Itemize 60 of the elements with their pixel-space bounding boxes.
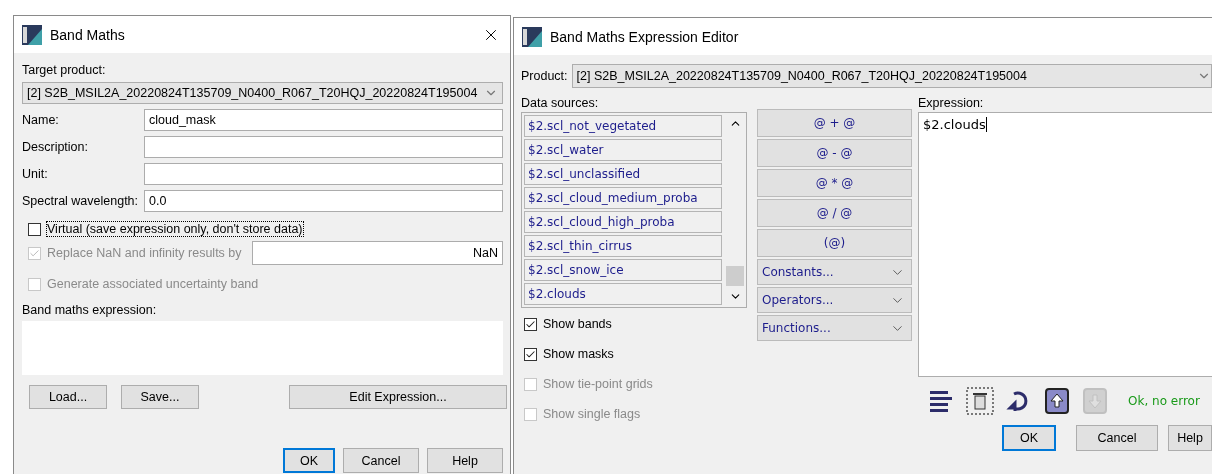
dialog-button[interactable]: OK bbox=[1002, 425, 1056, 451]
dialog-button[interactable]: Help bbox=[1168, 425, 1212, 451]
upload-icon[interactable] bbox=[1044, 387, 1070, 415]
checkbox-label: Show masks bbox=[543, 347, 614, 361]
data-source-item[interactable]: $2.scl_thin_cirrus bbox=[524, 235, 722, 257]
dialog-button[interactable]: Help bbox=[427, 448, 503, 473]
target-product-dropdown[interactable]: [2] S2B_MSIL2A_20220824T135709_N0400_R067_T20HQJ_20220824T195004 bbox=[22, 82, 503, 104]
app-logo-icon bbox=[522, 26, 542, 47]
input-field[interactable]: cloud_mask bbox=[144, 109, 503, 131]
data-source-item[interactable]: $2.scl_not_vegetated bbox=[524, 115, 722, 137]
data-source-item[interactable]: $2.scl_snow_ice bbox=[524, 259, 722, 281]
dialog-button[interactable]: Cancel bbox=[343, 448, 419, 473]
expression-label: Band maths expression: bbox=[22, 303, 158, 317]
input-field[interactable] bbox=[144, 136, 503, 158]
window-title: Band Maths Expression Editor bbox=[550, 28, 740, 45]
data-source-item[interactable]: $2.scl_water bbox=[524, 139, 722, 161]
dialog-button[interactable]: OK bbox=[283, 448, 335, 473]
checkbox[interactable] bbox=[524, 347, 537, 361]
menu-button[interactable]: Operators... bbox=[757, 287, 912, 313]
data-source-item[interactable]: $2.scl_cloud_medium_proba bbox=[524, 187, 722, 209]
input-field[interactable]: 0.0 bbox=[144, 190, 503, 212]
data-source-item[interactable]: $2.clouds bbox=[524, 283, 722, 305]
expression-editor-area[interactable]: $2.clouds bbox=[918, 112, 1212, 377]
app-logo-icon bbox=[22, 24, 42, 45]
action-button[interactable]: Save... bbox=[121, 385, 199, 409]
window-title: Band Maths bbox=[50, 26, 126, 43]
data-source-item[interactable]: $2.scl_unclassified bbox=[524, 163, 722, 185]
product-dropdown[interactable]: [2] S2B_MSIL2A_20220824T135709_N0400_R067_T20HQJ_20220824T195004 bbox=[571, 64, 1212, 88]
expression-label: Expression: bbox=[918, 96, 985, 110]
operator-button[interactable]: (@) bbox=[757, 229, 912, 257]
action-button[interactable]: Load... bbox=[29, 385, 107, 409]
menu-button[interactable]: Functions... bbox=[757, 315, 912, 341]
field-label: Name: bbox=[22, 113, 60, 127]
operator-button[interactable]: @ * @ bbox=[757, 169, 912, 197]
checkbox-label: Show bands bbox=[543, 317, 612, 331]
checkbox-label: Virtual (save expression only, don't store data) bbox=[47, 222, 303, 236]
operator-button[interactable]: @ / @ bbox=[757, 199, 912, 227]
text-lines-icon[interactable] bbox=[928, 388, 954, 414]
menu-button[interactable]: Constants... bbox=[757, 259, 912, 285]
field-label: Spectral wavelength: bbox=[22, 194, 140, 208]
dialog-button[interactable]: Cancel bbox=[1076, 425, 1158, 451]
status-message: Ok, no error bbox=[1128, 394, 1200, 408]
checkbox-label: Show tie-point grids bbox=[543, 377, 653, 391]
checkbox[interactable] bbox=[524, 317, 537, 331]
target-product-label: Target product: bbox=[22, 63, 107, 77]
field-label: Description: bbox=[22, 140, 89, 154]
action-button[interactable]: Edit Expression... bbox=[289, 385, 507, 409]
data-source-item[interactable]: $2.scl_cloud_high_proba bbox=[524, 211, 722, 233]
checkbox-label: Replace NaN and infinity results by bbox=[47, 246, 242, 260]
scrollbar-thumb[interactable] bbox=[726, 266, 744, 286]
trash-icon[interactable] bbox=[966, 387, 994, 415]
operator-button[interactable]: @ - @ bbox=[757, 139, 912, 167]
checkbox-label: Generate associated uncertainty band bbox=[47, 277, 259, 291]
data-sources-label: Data sources: bbox=[521, 96, 600, 110]
product-label: Product: bbox=[521, 69, 568, 83]
checkbox-label: Show single flags bbox=[543, 407, 641, 421]
operator-button[interactable]: @ + @ bbox=[757, 109, 912, 137]
checkbox[interactable] bbox=[28, 222, 41, 236]
field-label: Unit: bbox=[22, 167, 49, 181]
input-field[interactable] bbox=[144, 163, 503, 185]
